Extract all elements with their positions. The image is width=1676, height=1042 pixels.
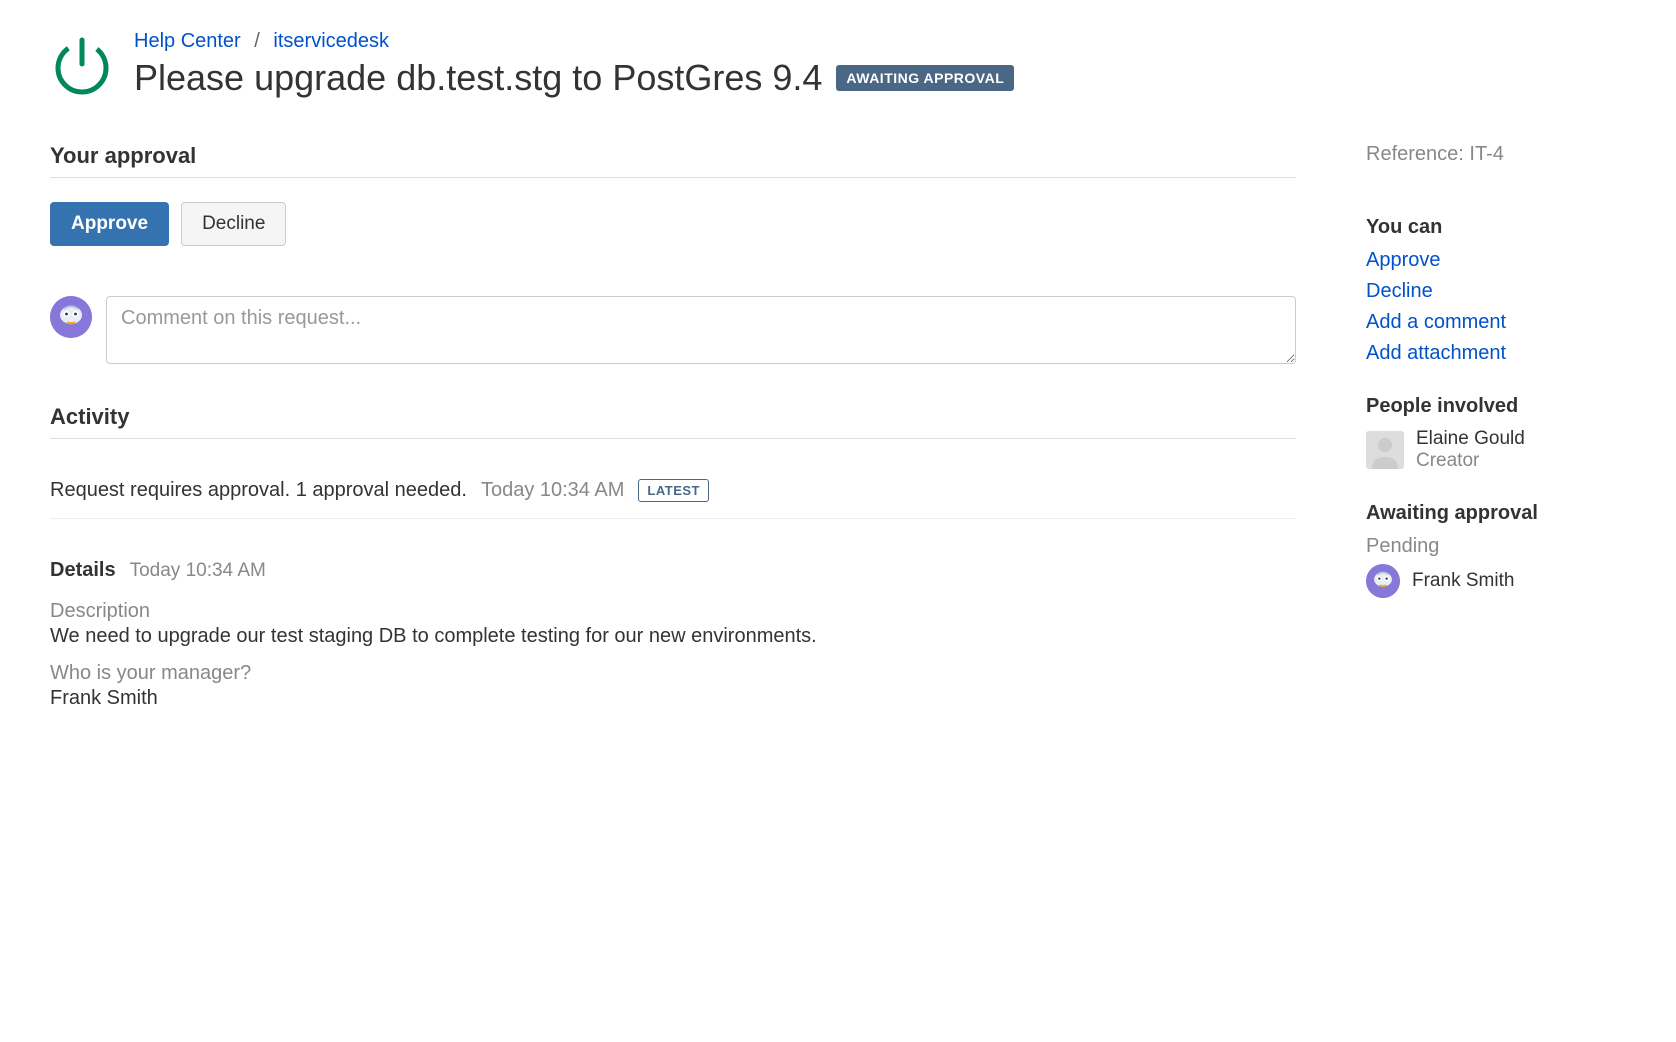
details-heading: Details (50, 559, 116, 582)
reference-value: IT-4 (1469, 143, 1503, 165)
you-can-heading: You can (1366, 216, 1626, 239)
field-value-manager: Frank Smith (50, 687, 1296, 710)
approver-avatar (1366, 564, 1400, 598)
activity-text: Request requires approval. 1 approval ne… (50, 479, 467, 502)
action-add-comment-link[interactable]: Add a comment (1366, 311, 1626, 334)
reference-label: Reference: (1366, 143, 1464, 165)
field-label-description: Description (50, 600, 1296, 623)
action-add-attachment-link[interactable]: Add attachment (1366, 342, 1626, 365)
status-badge: AWAITING APPROVAL (836, 65, 1014, 91)
person-name: Elaine Gould (1416, 428, 1525, 450)
action-approve-link[interactable]: Approve (1366, 249, 1626, 272)
latest-badge: LATEST (638, 479, 709, 502)
activity-item: Request requires approval. 1 approval ne… (50, 463, 1296, 519)
person-role: Creator (1416, 450, 1525, 472)
field-value-description: We need to upgrade our test staging DB t… (50, 625, 1296, 648)
user-avatar (50, 296, 92, 338)
breadcrumb: Help Center / itservicedesk (134, 30, 1626, 53)
breadcrumb-separator: / (254, 30, 260, 52)
breadcrumb-help-center[interactable]: Help Center (134, 30, 241, 52)
reference: Reference: IT-4 (1366, 143, 1626, 166)
approver-row: Frank Smith (1366, 564, 1626, 598)
person-row: Elaine Gould Creator (1366, 428, 1626, 472)
page-title: Please upgrade db.test.stg to PostGres 9… (134, 57, 822, 99)
awaiting-approval-heading: Awaiting approval (1366, 502, 1626, 525)
details-time: Today 10:34 AM (130, 560, 266, 582)
your-approval-heading: Your approval (50, 143, 1296, 178)
activity-heading: Activity (50, 404, 1296, 439)
awaiting-status: Pending (1366, 535, 1626, 558)
people-involved-heading: People involved (1366, 395, 1626, 418)
field-label-manager: Who is your manager? (50, 662, 1296, 685)
activity-time: Today 10:34 AM (481, 479, 624, 502)
person-avatar-placeholder (1366, 431, 1404, 469)
comment-input[interactable] (106, 296, 1296, 364)
decline-button[interactable]: Decline (181, 202, 286, 246)
action-decline-link[interactable]: Decline (1366, 280, 1626, 303)
power-icon (50, 34, 114, 103)
approver-name: Frank Smith (1412, 570, 1514, 592)
approve-button[interactable]: Approve (50, 202, 169, 246)
breadcrumb-project[interactable]: itservicedesk (273, 30, 389, 52)
